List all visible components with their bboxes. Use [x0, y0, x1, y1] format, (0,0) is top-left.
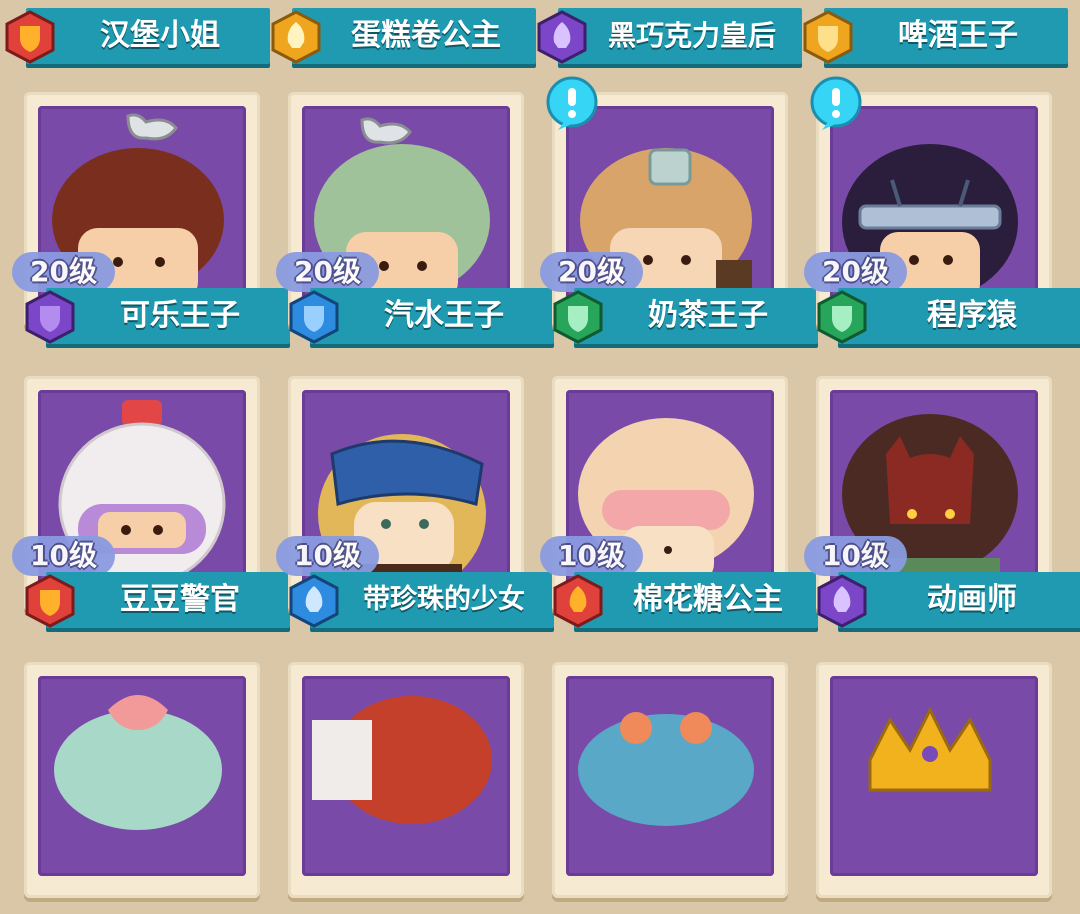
character-name: 豆豆警官: [120, 582, 240, 617]
rocket-icon: [271, 10, 321, 64]
character-card[interactable]: [284, 662, 524, 914]
level-badge: 10级: [804, 536, 907, 576]
character-name: 程序猿: [927, 298, 1017, 333]
name-bar: 可乐王子: [25, 288, 290, 344]
shield-icon: [553, 290, 603, 344]
character-name: 奶茶王子: [648, 298, 768, 333]
character-name: 棉花糖公主: [633, 582, 783, 617]
exclamation-alert-icon[interactable]: [542, 76, 602, 132]
rocket-icon: [289, 574, 339, 628]
level-badge: 20级: [276, 252, 379, 292]
character-card[interactable]: [812, 662, 1052, 914]
character-card[interactable]: [548, 662, 788, 914]
character-portrait: [578, 712, 754, 826]
character-card[interactable]: 10级 棉花糖公主: [540, 376, 818, 628]
level-badge: 20级: [12, 252, 115, 292]
character-card[interactable]: 20级 汽水王子: [276, 92, 554, 344]
level-badge: 10级: [540, 536, 643, 576]
character-name: 黑巧克力皇后: [607, 19, 776, 52]
name-bar: 黑巧克力皇后: [537, 8, 802, 64]
shield-icon: [817, 290, 867, 344]
level-badge: 10级: [276, 536, 379, 576]
character-portrait: [54, 695, 222, 830]
character-card[interactable]: 汉堡小姐: [0, 0, 270, 80]
character-card[interactable]: [20, 662, 260, 914]
character-name: 啤酒王子: [898, 18, 1018, 53]
character-card[interactable]: 蛋糕卷公主: [266, 0, 536, 80]
shield-icon: [25, 290, 75, 344]
rocket-icon: [553, 574, 603, 628]
character-name: 汽水王子: [384, 298, 504, 333]
character-name: 带珍珠的少女: [363, 584, 525, 615]
name-bar: 汉堡小姐: [5, 8, 270, 64]
level-badge: 10级: [12, 536, 115, 576]
rocket-icon: [537, 10, 587, 64]
character-card[interactable]: 10级 动画师: [804, 376, 1080, 628]
shield-icon: [5, 10, 55, 64]
character-card[interactable]: 啤酒王子: [798, 0, 1068, 80]
name-bar: 豆豆警官: [25, 572, 290, 628]
shield-icon: [803, 10, 853, 64]
name-bar: 奶茶王子: [553, 288, 818, 344]
character-name: 动画师: [927, 582, 1017, 617]
character-name: 可乐王子: [120, 298, 240, 333]
character-card[interactable]: 10级 带珍珠的少女: [276, 376, 554, 628]
name-bar: 蛋糕卷公主: [271, 8, 536, 64]
shield-icon: [289, 290, 339, 344]
character-card[interactable]: 20级 程序猿: [804, 76, 1080, 344]
name-bar: 程序猿: [817, 288, 1080, 344]
rocket-icon: [817, 574, 867, 628]
name-bar: 啤酒王子: [803, 8, 1068, 64]
character-portrait: [312, 696, 492, 824]
name-bar: 汽水王子: [289, 288, 554, 344]
shield-icon: [25, 574, 75, 628]
name-bar: 动画师: [817, 572, 1080, 628]
character-name: 蛋糕卷公主: [351, 18, 501, 53]
name-bar: 带珍珠的少女: [289, 572, 554, 628]
character-card[interactable]: 20级 可乐王子: [12, 92, 290, 344]
character-name: 汉堡小姐: [100, 18, 220, 53]
exclamation-alert-icon[interactable]: [806, 76, 866, 132]
character-card[interactable]: 20级 奶茶王子: [540, 76, 818, 344]
crown-icon: [868, 706, 992, 792]
character-card[interactable]: 10级 豆豆警官: [12, 376, 290, 628]
level-badge: 20级: [804, 252, 907, 292]
name-bar: 棉花糖公主: [553, 572, 818, 628]
level-badge: 20级: [540, 252, 643, 292]
character-card[interactable]: 黑巧克力皇后: [532, 0, 802, 80]
